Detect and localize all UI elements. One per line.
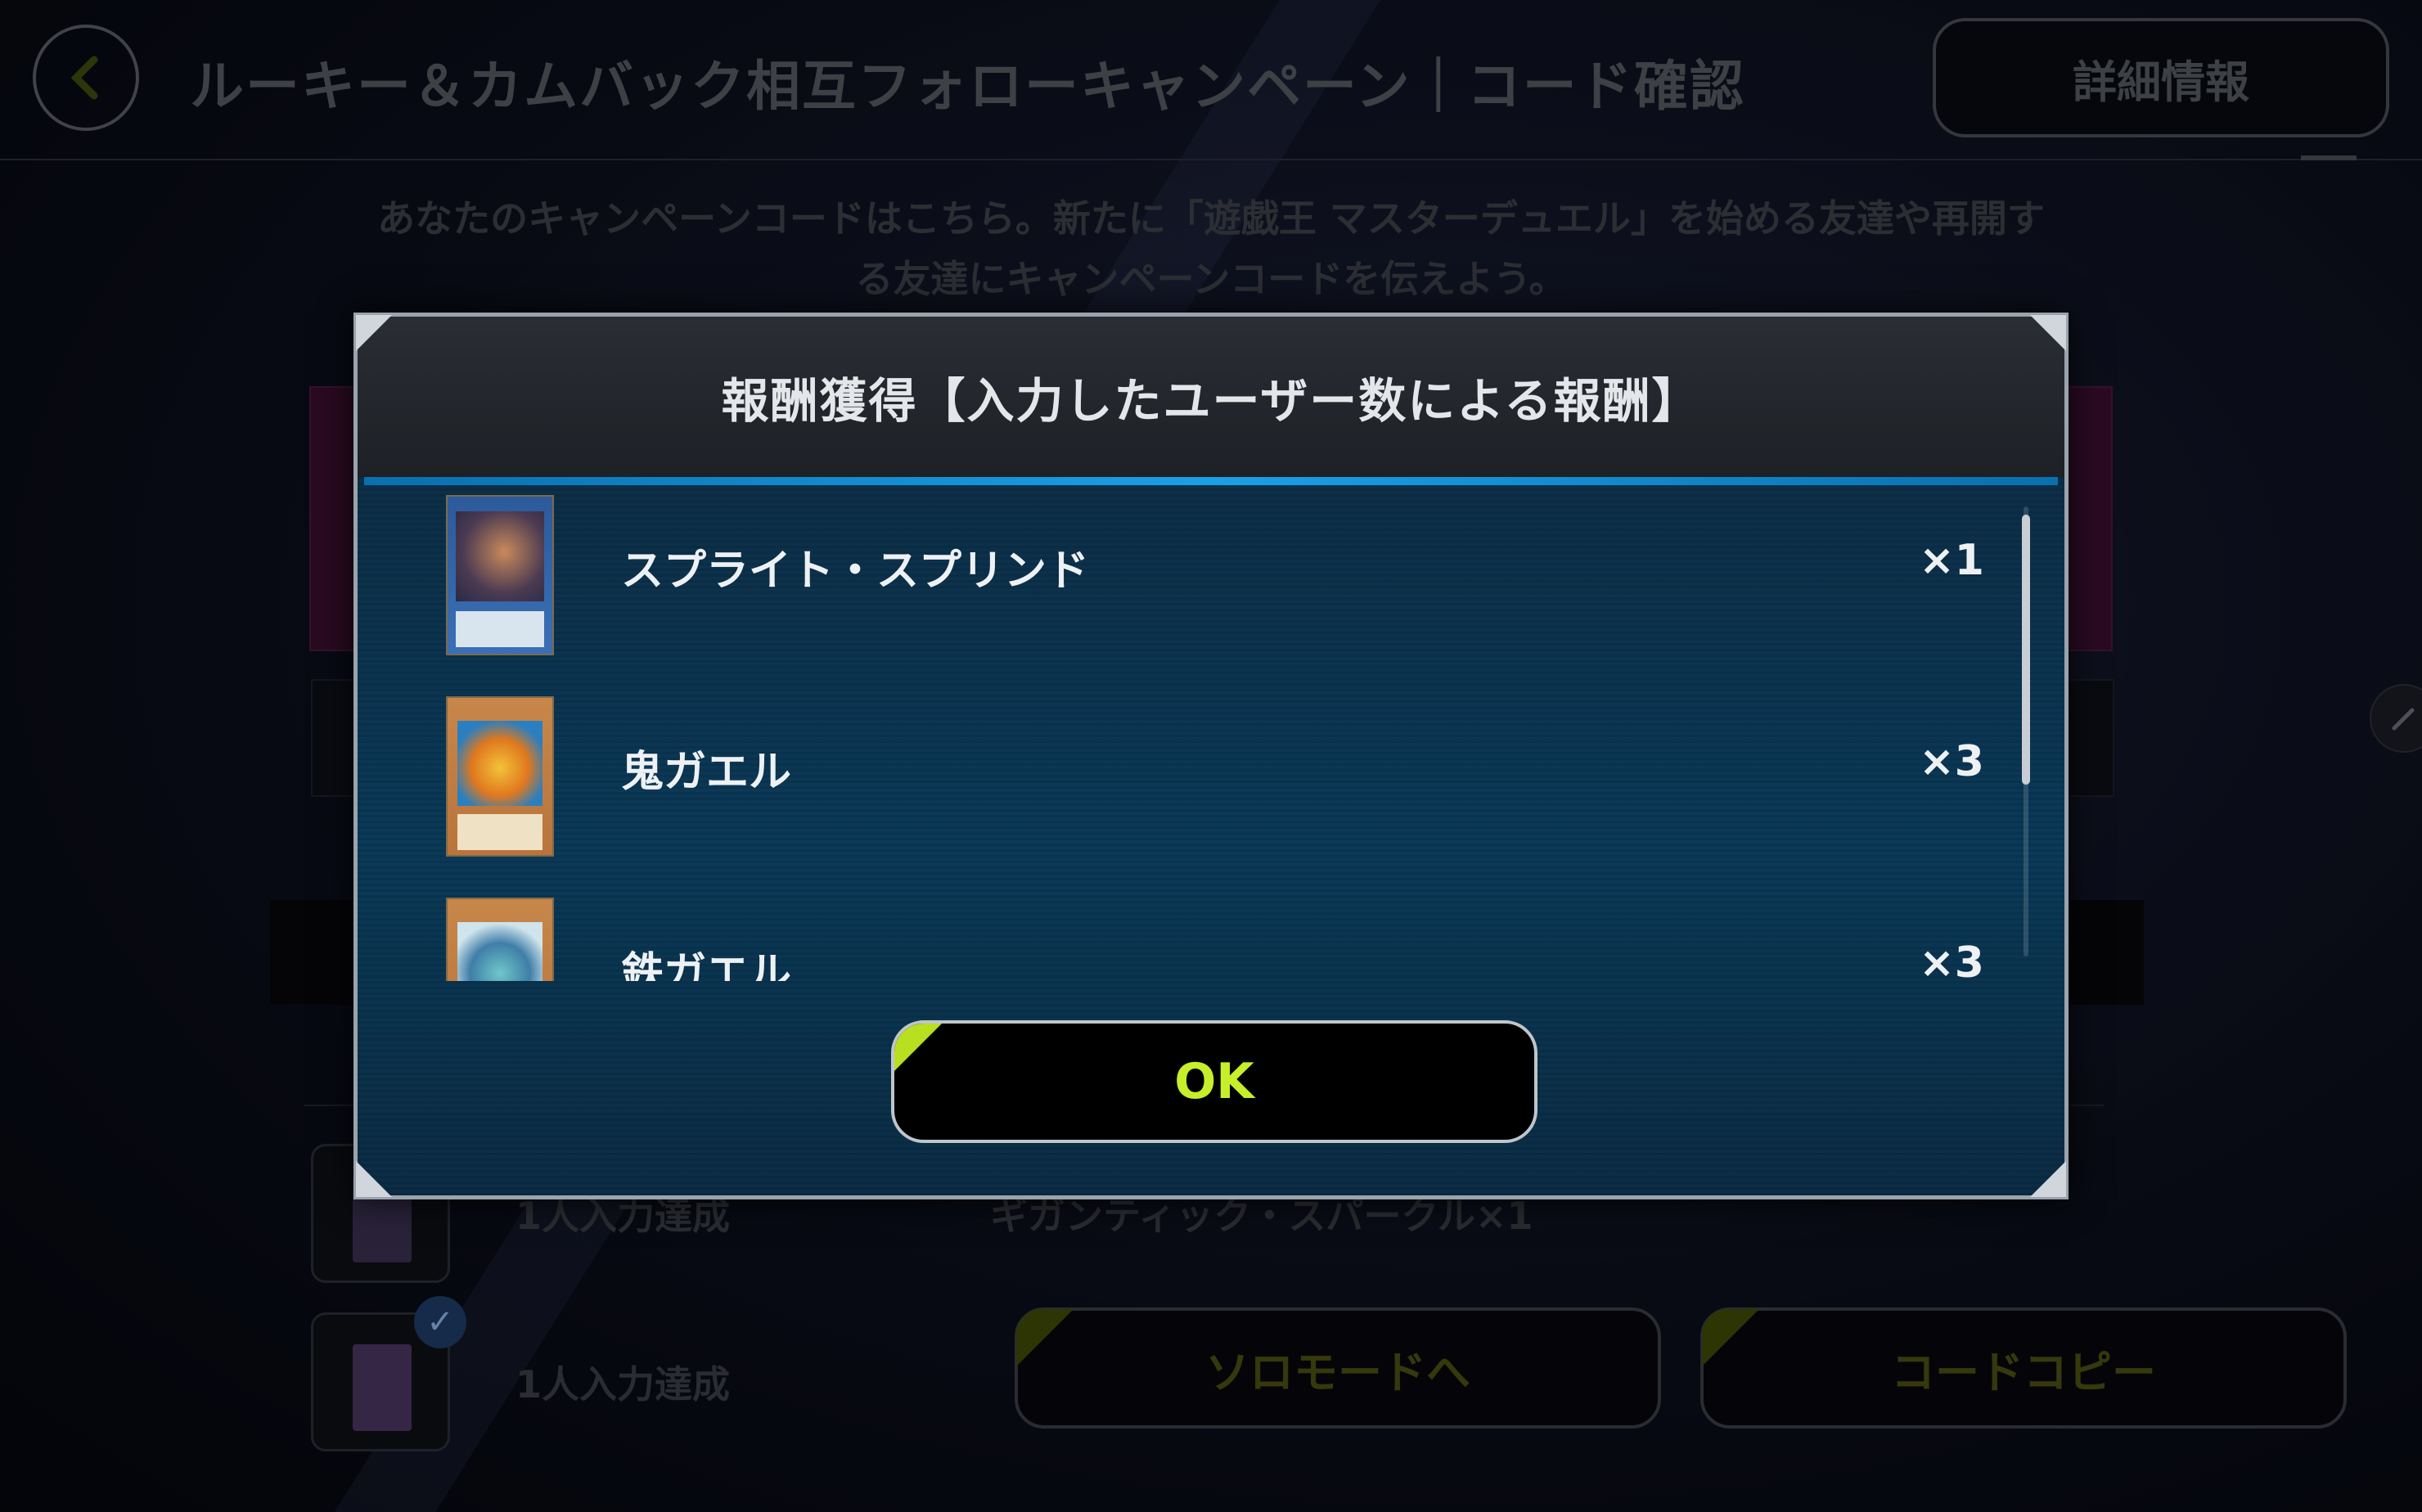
item-name: 鬼ガエル bbox=[621, 748, 792, 797]
dialog-title: 報酬獲得【入力したユーザー数による報酬】 bbox=[721, 373, 1701, 429]
item-quantity: ×1 bbox=[1919, 536, 1984, 585]
item-quantity: ×3 bbox=[1919, 938, 1984, 981]
list-item: スプライト・スプリンド ×1 bbox=[358, 485, 2064, 686]
item-name: スプライト・スプリンド bbox=[621, 547, 1090, 596]
ok-button[interactable]: OK bbox=[891, 1020, 1537, 1143]
reward-list[interactable]: スプライト・スプリンド ×1 鬼ガエル ×3 鉄ガエル ×3 bbox=[358, 485, 2064, 981]
frame-corner bbox=[356, 1161, 392, 1197]
item-name: 鉄ガエル bbox=[621, 949, 792, 981]
frame-corner bbox=[356, 315, 392, 351]
card-image bbox=[446, 898, 554, 981]
card-image bbox=[446, 696, 554, 857]
dialog-header: 報酬獲得【入力したユーザー数による報酬】 bbox=[358, 317, 2064, 477]
button-accent bbox=[894, 1024, 945, 1074]
ok-label: OK bbox=[1174, 1053, 1254, 1110]
frame-corner bbox=[2030, 1161, 2066, 1197]
list-item: 鉄ガエル ×3 bbox=[358, 888, 2064, 981]
item-quantity: ×3 bbox=[1919, 737, 1984, 786]
header-divider bbox=[364, 477, 2058, 485]
reward-dialog: 報酬獲得【入力したユーザー数による報酬】 スプライト・スプリンド ×1 鬼ガエル… bbox=[353, 313, 2069, 1199]
list-item: 鬼ガエル ×3 bbox=[358, 686, 2064, 888]
scrollbar-thumb[interactable] bbox=[2022, 515, 2030, 785]
frame-corner bbox=[2030, 315, 2066, 351]
card-image bbox=[446, 495, 554, 655]
